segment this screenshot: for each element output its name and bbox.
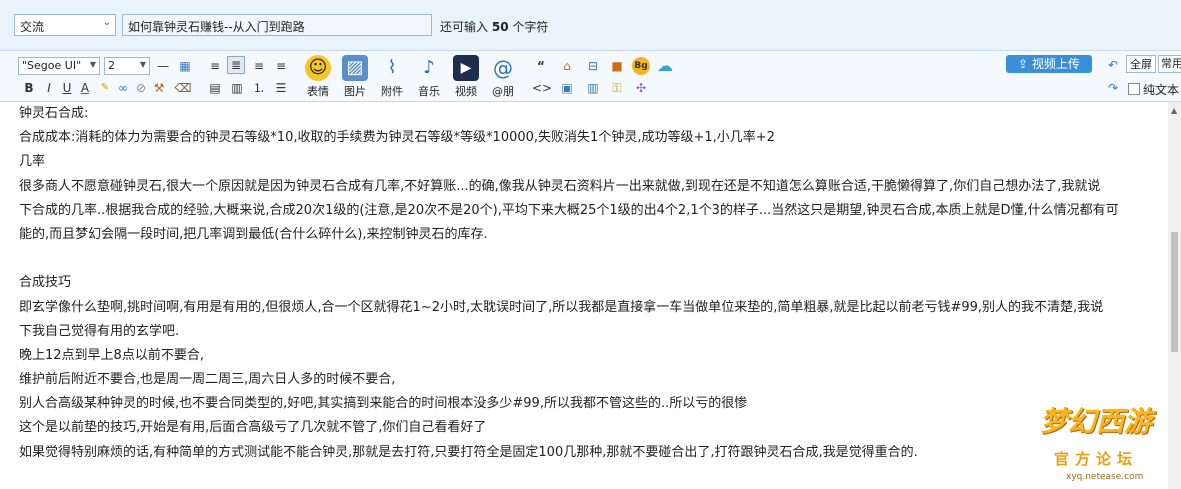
highlight-icon[interactable]: ✎ bbox=[96, 79, 114, 97]
watermark-subtitle: 官方论坛 bbox=[1054, 450, 1139, 468]
float-left-icon[interactable]: ▤ bbox=[206, 79, 224, 97]
content-line: 维护前后附近不要合,也是周一周二周三,周六日人多的时候不要合, bbox=[19, 372, 396, 388]
font-family-value: "Segoe UI" bbox=[22, 59, 82, 72]
image-button[interactable]: ▨ 图片 bbox=[338, 55, 372, 99]
key-icon[interactable]: ⚿ bbox=[608, 79, 626, 97]
post-header: 交流 ⌄ 如何靠钟灵石赚钱--从入门到跑路 还可输入 50 个字符 bbox=[0, 0, 1181, 50]
page-break-icon[interactable]: ▥ bbox=[584, 79, 602, 97]
at-icon: @ bbox=[493, 56, 513, 80]
align-justify-icon[interactable]: ≣ bbox=[227, 56, 245, 74]
content-line: 如果觉得特别麻烦的话,有种简单的方式测试能不能合钟灵,那就是去打符,只要打符全是… bbox=[19, 444, 918, 460]
plain-text-toggle[interactable]: 纯文本 bbox=[1128, 81, 1179, 98]
font-color-icon[interactable]: A bbox=[76, 79, 94, 97]
image-label: 图片 bbox=[344, 85, 366, 98]
italic-icon[interactable]: I bbox=[40, 79, 58, 97]
content-line: 几率 bbox=[19, 154, 46, 170]
plain-text-checkbox[interactable] bbox=[1128, 83, 1140, 95]
watermark-url: xyq.netease.com bbox=[1066, 472, 1144, 482]
remaining-suffix: 个字符 bbox=[512, 20, 549, 34]
forum-watermark-logo: 梦幻西游 官方论坛 xyq.netease.com bbox=[1040, 400, 1160, 485]
ghost-icon[interactable]: ☁ bbox=[656, 57, 674, 75]
music-label: 音乐 bbox=[418, 85, 440, 98]
chevron-down-icon: ⌄ bbox=[102, 17, 111, 28]
video-upload-label: 视频上传 bbox=[1031, 57, 1080, 71]
content-line: 合成技巧 bbox=[19, 275, 72, 291]
watermark-title: 梦幻西游 bbox=[1040, 405, 1153, 438]
horizontal-rule-icon[interactable]: — bbox=[154, 57, 172, 75]
content-line: 晚上12点到早上8点以前不要合, bbox=[19, 347, 204, 363]
content-line: 即玄学像什么垫啊,挑时间啊,有用是有用的,但很烦人,合一个区就得花1~2小时,太… bbox=[19, 299, 1104, 315]
video-label: 视频 bbox=[455, 85, 477, 98]
category-value: 交流 bbox=[20, 20, 45, 34]
paperclip-icon: ⌇ bbox=[387, 57, 397, 78]
link-icon[interactable]: ∞ bbox=[114, 79, 132, 97]
editor-scrollbar[interactable]: ▲ bbox=[1168, 102, 1181, 489]
attach-label: 附件 bbox=[381, 85, 403, 98]
free-box-icon[interactable]: ▣ bbox=[558, 79, 576, 97]
emoji-button[interactable]: ☺ 表情 bbox=[301, 55, 335, 99]
scrollbar-thumb[interactable] bbox=[1171, 232, 1178, 352]
format-brush-icon[interactable]: ⚒ bbox=[150, 79, 168, 97]
plain-text-label: 纯文本 bbox=[1143, 83, 1180, 97]
category-select[interactable]: 交流 ⌄ bbox=[14, 14, 116, 36]
background-icon[interactable]: Bg bbox=[632, 57, 650, 75]
table-icon[interactable]: ▦ bbox=[176, 57, 194, 75]
editor-toolbar: "Segoe UI" ▼ 2 ▼ — ▦ B I U A ✎ ∞ ⊘ ⚒ ⌫ ≡… bbox=[0, 50, 1181, 102]
remaining-prefix: 还可输入 bbox=[440, 20, 489, 34]
content-line: 这个是以前垫的技巧,开始是有用,后面合高级亏了几次就不管了,你们自己看看好了 bbox=[19, 420, 487, 436]
remaining-chars: 还可输入 50 个字符 bbox=[440, 18, 548, 35]
flash-icon[interactable]: ■ bbox=[608, 57, 626, 75]
content-line: 合成成本:消耗的体力为需要合的钟灵石等级*10,收取的手续费为钟灵石等级*等级*… bbox=[19, 130, 775, 146]
editor-body[interactable]: 钟灵石合成: 合成成本:消耗的体力为需要合的钟灵石等级*10,收取的手续费为钟灵… bbox=[0, 102, 1168, 489]
at-friend-button[interactable]: @ @朋 bbox=[486, 55, 520, 99]
remaining-count: 50 bbox=[491, 20, 509, 34]
scroll-up-icon[interactable]: ▲ bbox=[1171, 106, 1177, 115]
upload-icon: ⇪ bbox=[1018, 57, 1032, 71]
content-line: 下合成的几率..根据我合成的经验,大概来说,合成20次1级的(注意,是20次不是… bbox=[19, 202, 1119, 218]
font-size-value: 2 bbox=[108, 59, 115, 72]
common-button[interactable]: 常用 bbox=[1158, 55, 1181, 73]
at-label: @朋 bbox=[492, 85, 514, 98]
hide-icon[interactable]: ⊟ bbox=[584, 57, 602, 75]
music-button[interactable]: ♪ 音乐 bbox=[412, 55, 446, 99]
font-size-select[interactable]: 2 ▼ bbox=[104, 57, 150, 75]
code-icon[interactable]: <> bbox=[532, 79, 552, 97]
align-right-icon[interactable]: ≡ bbox=[272, 57, 290, 75]
film-icon: ▶ bbox=[453, 55, 479, 81]
smiley-icon: ☺ bbox=[305, 55, 331, 81]
font-family-select[interactable]: "Segoe UI" ▼ bbox=[18, 57, 100, 75]
unlink-icon[interactable]: ⊘ bbox=[132, 79, 150, 97]
align-left-icon[interactable]: ≡ bbox=[206, 57, 224, 75]
image-icon: ▨ bbox=[342, 55, 368, 81]
content-line bbox=[0, 247, 1168, 271]
redo-icon[interactable]: ↷ bbox=[1104, 79, 1122, 97]
float-right-icon[interactable]: ▥ bbox=[228, 79, 246, 97]
clear-format-icon[interactable]: ⌫ bbox=[174, 79, 192, 97]
puzzle-icon[interactable]: ✣ bbox=[632, 79, 650, 97]
attach-button[interactable]: ⌇ 附件 bbox=[375, 55, 409, 99]
bold-icon[interactable]: B bbox=[20, 79, 38, 97]
video-button[interactable]: ▶ 视频 bbox=[449, 55, 483, 99]
music-note-icon: ♪ bbox=[423, 57, 435, 78]
chevron-down-icon: ▼ bbox=[89, 60, 96, 69]
undo-icon[interactable]: ↶ bbox=[1104, 56, 1122, 74]
align-center-icon[interactable]: ≡ bbox=[250, 57, 268, 75]
ordered-list-icon[interactable]: ⒈ bbox=[250, 79, 268, 97]
content-line: 很多商人不愿意碰钟灵石,很大一个原因就是因为钟灵石合成有几率,不好算账...的确… bbox=[19, 178, 1101, 194]
video-upload-button[interactable]: ⇪ 视频上传 bbox=[1006, 55, 1092, 73]
underline-icon[interactable]: U bbox=[58, 79, 76, 97]
bullet-list-icon[interactable]: ☰ bbox=[272, 79, 290, 97]
content-line: 下我自己觉得有用的玄学吧. bbox=[19, 323, 180, 339]
content-line: 钟灵石合成: bbox=[19, 106, 89, 121]
lock-icon[interactable]: ⌂ bbox=[558, 57, 576, 75]
quote-icon[interactable]: “ bbox=[532, 57, 550, 75]
title-input[interactable]: 如何靠钟灵石赚钱--从入门到跑路 bbox=[122, 14, 432, 36]
emoji-label: 表情 bbox=[307, 85, 329, 98]
fullscreen-button[interactable]: 全屏 bbox=[1126, 55, 1156, 73]
content-line: 别人合高级某种钟灵的时候,也不要合同类型的,好吧,其实搞到来能合的时间根本没多少… bbox=[19, 396, 748, 412]
chevron-down-icon: ▼ bbox=[139, 60, 146, 69]
content-line: 能的,而且梦幻会隔一段时间,把几率调到最低(合什么碎什么),来控制钟灵石的库存. bbox=[19, 226, 488, 242]
